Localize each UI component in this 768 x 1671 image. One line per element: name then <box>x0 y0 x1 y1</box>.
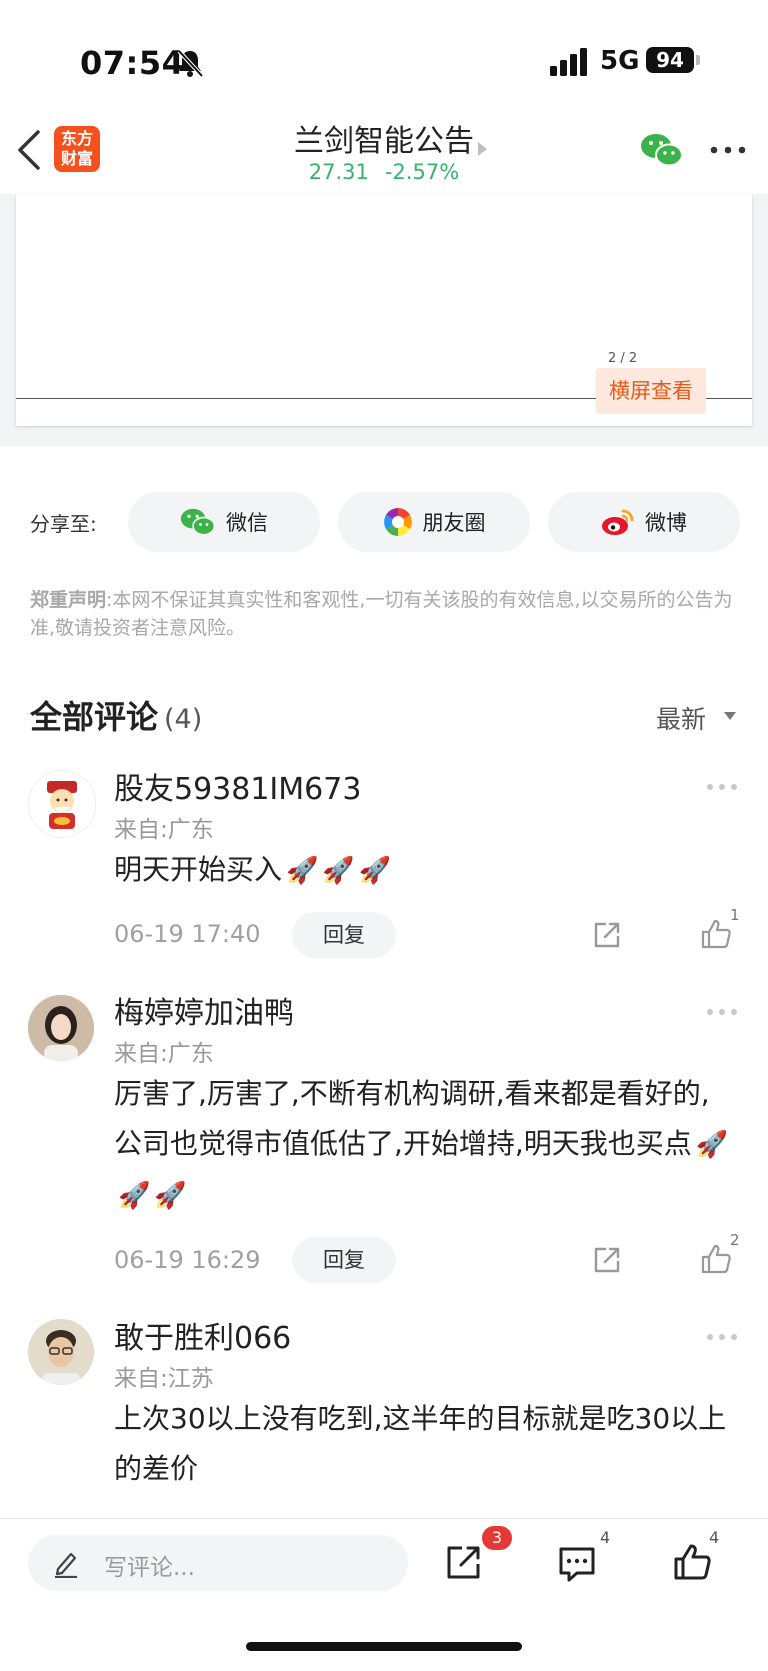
disclaimer-body: :本网不保证其真实性和客观性,一切有关该股的有效信息,以交易所的公告为准,敬请投… <box>30 589 733 639</box>
share-label: 分享至: <box>30 512 97 536</box>
comment-time: 06-19 16:29 <box>114 1246 261 1274</box>
comment-text-content: 明天开始买入 <box>114 853 283 886</box>
more-icon[interactable] <box>706 1333 738 1341</box>
status-time: 07:54 <box>80 44 185 82</box>
rocket-emoji-icon: 🚀 <box>118 1181 151 1211</box>
comment-text: 厉害了,厉害了,不断有机构调研,看来都是看好的,公司也觉得市值低估了,开始增持,… <box>114 1069 734 1221</box>
reply-button[interactable]: 回复 <box>292 1237 396 1283</box>
write-comment-placeholder[interactable]: 写评论... <box>104 1548 195 1582</box>
rocket-emoji-icon: 🚀 <box>286 856 319 886</box>
comment-author[interactable]: 敢于胜利066 <box>114 1313 291 1357</box>
weibo-icon <box>602 509 634 535</box>
thumbs-up-icon[interactable] <box>700 918 732 950</box>
disclaimer: 郑重声明:本网不保证其真实性和客观性,一切有关该股的有效信息,以交易所的公告为准… <box>30 586 740 642</box>
chevron-down-icon[interactable] <box>724 712 736 720</box>
comments-title-text: 全部评论 <box>30 698 159 736</box>
comments-title: 全部评论 (4) <box>30 692 202 738</box>
share-weibo-label: 微博 <box>645 511 687 535</box>
landscape-view-button[interactable]: 横屏查看 <box>596 368 706 414</box>
like-count: 2 <box>730 1231 740 1249</box>
thumbs-up-icon[interactable] <box>672 1542 712 1582</box>
share-badge: 3 <box>482 1526 512 1550</box>
wechat-icon[interactable] <box>640 132 684 168</box>
comment-text: 明天开始买入 🚀 🚀 🚀 <box>114 845 734 896</box>
avatar-photo-icon <box>28 995 94 1061</box>
chevron-right-icon[interactable] <box>478 142 487 156</box>
comment-count: 4 <box>600 1528 611 1547</box>
comments-count: (4) <box>164 704 203 735</box>
more-icon[interactable] <box>706 1008 738 1016</box>
write-comment-input[interactable] <box>28 1535 408 1591</box>
thumbs-up-icon[interactable] <box>700 1243 732 1275</box>
wechat-icon <box>180 508 216 536</box>
signal-icon <box>550 48 587 76</box>
comment-time: 06-19 17:40 <box>114 920 261 948</box>
share-moments-label: 朋友圈 <box>422 511 486 535</box>
comment-text: 上次30以上没有吃到,这半年的目标就是吃30以上的差价 <box>114 1402 727 1485</box>
comment-icon[interactable] <box>557 1544 597 1584</box>
share-icon[interactable] <box>592 1245 622 1275</box>
comment-text-content: 厉害了,厉害了,不断有机构调研,看来都是看好的,公司也觉得市值低估了,开始增持,… <box>114 1077 710 1160</box>
like-count: 1 <box>730 906 740 924</box>
more-icon[interactable] <box>710 146 746 154</box>
share-weibo-button[interactable]: 微博 <box>548 492 740 552</box>
avatar[interactable] <box>28 770 96 838</box>
sort-dropdown[interactable]: 最新 <box>656 700 706 736</box>
moments-icon <box>383 508 412 536</box>
rocket-emoji-icon: 🚀 <box>154 1181 187 1211</box>
share-moments-button[interactable]: 朋友圈 <box>338 492 530 552</box>
disclaimer-head: 郑重声明 <box>30 589 107 611</box>
avatar-photo-icon <box>28 1319 94 1385</box>
rocket-emoji-icon: 🚀 <box>322 856 355 886</box>
battery-cap <box>696 55 700 65</box>
bell-off-icon <box>177 49 204 78</box>
comment-region: 来自:广东 <box>114 817 214 843</box>
comment-region: 来自:广东 <box>114 1041 214 1067</box>
rocket-emoji-icon: 🚀 <box>358 856 392 886</box>
more-icon[interactable] <box>706 783 738 791</box>
reply-button[interactable]: 回复 <box>292 912 396 958</box>
battery-icon: 94 <box>646 47 694 73</box>
stock-change: -2.57% <box>384 160 460 184</box>
network-type: 5G <box>600 46 640 76</box>
share-icon[interactable] <box>444 1542 484 1582</box>
share-wechat-label: 微信 <box>226 511 268 535</box>
avatar[interactable] <box>28 995 94 1061</box>
comment-author[interactable]: 梅婷婷加油鸭 <box>114 988 294 1032</box>
home-indicator[interactable] <box>246 1642 522 1651</box>
comment-author[interactable]: 股友59381IM673 <box>114 764 361 808</box>
avatar-caishen-icon <box>47 781 77 829</box>
stock-price: 27.31 <box>308 160 369 184</box>
avatar[interactable] <box>28 1319 94 1385</box>
comment-region: 来自:江苏 <box>114 1366 214 1392</box>
rocket-emoji-icon: 🚀 <box>695 1130 729 1160</box>
pencil-icon <box>55 1552 77 1578</box>
page-indicator: 2 / 2 <box>608 351 638 366</box>
share-icon[interactable] <box>592 920 622 950</box>
like-count: 4 <box>709 1528 720 1547</box>
share-wechat-button[interactable]: 微信 <box>128 492 320 552</box>
